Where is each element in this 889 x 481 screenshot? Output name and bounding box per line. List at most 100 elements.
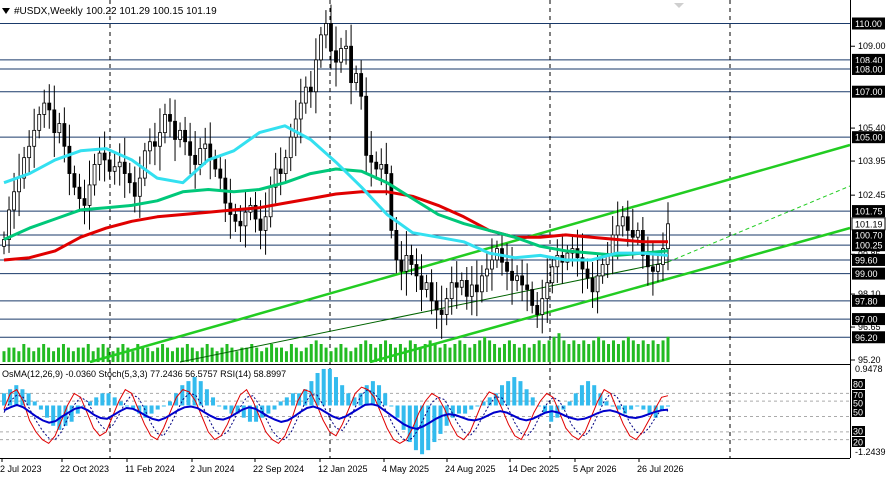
candle-body [77,186,82,199]
volume-bar [17,351,21,362]
header-label: #USDX,Weekly 100.22 101.29 100.15 101.19 [2,6,217,17]
osma-bar [327,368,332,406]
volume-bar [57,347,61,362]
candle-body [429,282,434,302]
osma-bar [217,405,222,407]
osma-bar [168,401,172,406]
volume-bar [587,344,591,362]
candle-body [329,23,333,52]
candle-body [87,184,92,206]
volume-bar [636,344,640,362]
indicator-max-label: 0.9478 [855,364,883,374]
volume-bar [275,347,279,362]
volume-bar [205,344,209,362]
volume-bar [47,347,51,362]
time-tick-label: 2 Jun 2024 [190,464,235,474]
candle-body [424,282,429,290]
osma-bar [290,393,295,406]
time-tick-label: 12 Jan 2025 [318,464,368,474]
level-badge-label: 99.60 [855,255,878,265]
candle-body [374,161,379,170]
candle-body [147,141,152,152]
candle-body [283,157,288,174]
level-badge-label: 97.80 [855,296,878,306]
candle-body [540,298,545,315]
candle-body [178,129,182,140]
osma-bar [469,405,474,410]
osma-bar [401,405,406,430]
osma-bar [579,385,584,406]
volume-bar [364,340,368,362]
candle-body [82,198,87,206]
volume-bar [185,344,189,362]
osma-bar [629,405,634,410]
level-badge-label: 99.00 [855,269,878,279]
candle-body [324,23,328,36]
candle-body [474,284,479,293]
candle-body [12,191,16,211]
volume-bar [106,347,110,362]
candle-body [102,152,107,161]
candle-body [404,255,409,272]
volume-bar [493,344,497,362]
volume-bar [255,347,259,362]
volume-bar [488,340,492,362]
candle-body [37,114,42,131]
candle-body [434,300,439,311]
level-badge-label: 108.00 [855,64,883,74]
level-badge-label: 100.70 [855,230,883,240]
osma-bar [506,381,511,406]
osma-bar [106,393,111,406]
candle-body [439,309,444,315]
volume-bar [389,344,393,362]
volume-bar [76,347,80,362]
osma-bar [266,405,271,414]
volume-bar [52,351,56,362]
volume-bar [265,347,269,362]
level-badge-label: 110.00 [855,19,882,29]
candle-body [7,209,11,240]
osma-bar [118,401,123,406]
osma-bar [124,405,129,407]
candle-body [278,168,283,174]
volume-bar [537,340,541,362]
chart-window[interactable]: #USDX,Weekly 100.22 101.29 100.15 101.19… [0,0,889,481]
osma-bar [284,397,289,406]
candle-body [359,73,364,97]
volume-bar [547,340,551,362]
osma-bar [204,389,209,406]
volume-bar [572,340,576,362]
candle-body [505,261,509,272]
volume-bar [369,344,373,362]
volume-bar [200,347,204,362]
candle-body [47,102,52,111]
candle-body [349,45,353,84]
volume-bar [567,344,571,362]
candle-body [107,159,112,172]
candle-body [62,123,67,147]
candle-body [183,129,187,143]
candle-body [485,268,489,277]
candle-body [52,109,57,134]
candle-body [132,182,137,197]
volume-bar [319,344,323,362]
candle-body [585,268,590,279]
candle-body [515,275,519,281]
candle-body [399,259,404,272]
osma-bar [2,393,6,406]
time-tick-label: 2 Jul 2023 [0,464,42,474]
volume-bar [279,347,283,362]
osma-bar [174,393,179,406]
candle-body [67,145,72,174]
candle-body [137,177,142,197]
volume-bar [468,347,472,362]
osma-bar [530,397,535,406]
osma-bar [223,405,228,410]
level-badge-label: 100.25 [855,241,883,251]
osma-bar [389,405,394,407]
time-tick-label: 22 Oct 2023 [60,464,109,474]
volume-bar [651,340,655,362]
osma-bar [420,405,425,455]
candle-body [153,141,157,147]
level-badge-label: 107.00 [855,87,883,97]
